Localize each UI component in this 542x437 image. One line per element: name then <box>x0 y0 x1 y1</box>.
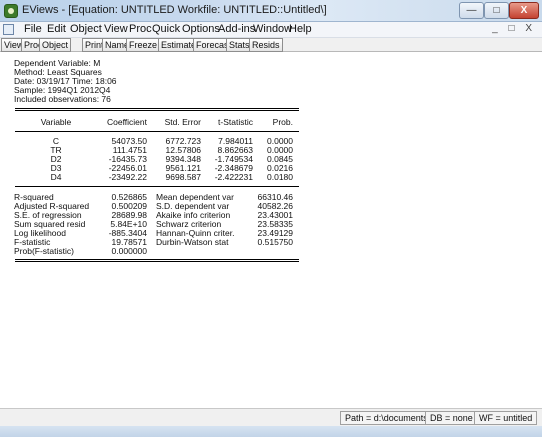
eviews-app-icon[interactable] <box>4 4 18 18</box>
status-bar: Path = d:\documents DB = none WF = untit… <box>0 408 542 426</box>
minimize-button[interactable]: — <box>459 2 484 19</box>
title-bar[interactable]: EViews - [Equation: UNTITLED Workfile: U… <box>0 0 542 22</box>
menu-view[interactable]: View <box>104 23 128 35</box>
freeze-button[interactable]: Freeze <box>126 38 161 52</box>
col-header-coefficient: Coefficient <box>106 117 147 127</box>
menu-help[interactable]: Help <box>289 23 312 35</box>
menu-options[interactable]: Options <box>182 23 220 35</box>
stat-label: Durbin-Watson stat <box>156 237 229 247</box>
stat-label: Prob(F-statistic) <box>14 246 74 256</box>
window-bottom-border <box>0 426 542 437</box>
coef-row-variable: D4 <box>50 172 62 182</box>
menu-proc[interactable]: Proc <box>129 23 152 35</box>
window-title: EViews - [Equation: UNTITLED Workfile: U… <box>22 4 327 16</box>
stat-value: 0.515750 <box>257 237 293 247</box>
observations-line: Included observations: 76 <box>14 94 111 104</box>
estimation-output[interactable]: Dependent Variable: M Method: Least Squa… <box>7 52 533 408</box>
menu-edit[interactable]: Edit <box>47 23 66 35</box>
header-rule <box>15 131 299 132</box>
coef-row-std-error: 9698.587 <box>165 172 201 182</box>
menu-quick[interactable]: Quick <box>152 23 180 35</box>
coef-row-prob: 0.0180 <box>267 172 293 182</box>
coef-row-coefficient: -23492.22 <box>108 172 147 182</box>
status-db[interactable]: DB = none <box>425 411 478 425</box>
menu-file[interactable]: File <box>24 23 42 35</box>
maximize-button[interactable]: □ <box>484 2 509 19</box>
equation-toolbar: View Proc Object Print Name Freeze Estim… <box>0 38 542 52</box>
col-header-std-error: Std. Error <box>164 117 201 127</box>
col-header-t-statistic: t-Statistic <box>218 117 253 127</box>
table-top-rule <box>15 108 299 111</box>
col-header-variable: Variable <box>40 117 72 127</box>
document-menu-icon[interactable] <box>3 24 14 35</box>
object-button[interactable]: Object <box>39 38 72 52</box>
status-wf[interactable]: WF = untitled <box>474 411 538 425</box>
document-window-controls[interactable]: _ □ X <box>492 23 536 34</box>
close-button[interactable]: X <box>509 2 539 19</box>
status-path[interactable]: Path = d:\documents <box>340 411 433 425</box>
stat-value: 0.000000 <box>111 246 147 256</box>
col-header-prob: Prob. <box>272 117 293 127</box>
menu-object[interactable]: Object <box>70 23 102 35</box>
table-bottom-rule <box>15 259 299 262</box>
coef-row-t-statistic: -2.422231 <box>214 172 253 182</box>
menu-add-ins[interactable]: Add-ins <box>218 23 255 35</box>
menu-window[interactable]: Window <box>253 23 292 35</box>
resids-button[interactable]: Resids <box>249 38 283 52</box>
coefficients-bottom-rule <box>15 186 299 187</box>
menu-bar: File Edit Object View Proc Quick Options… <box>0 22 542 38</box>
